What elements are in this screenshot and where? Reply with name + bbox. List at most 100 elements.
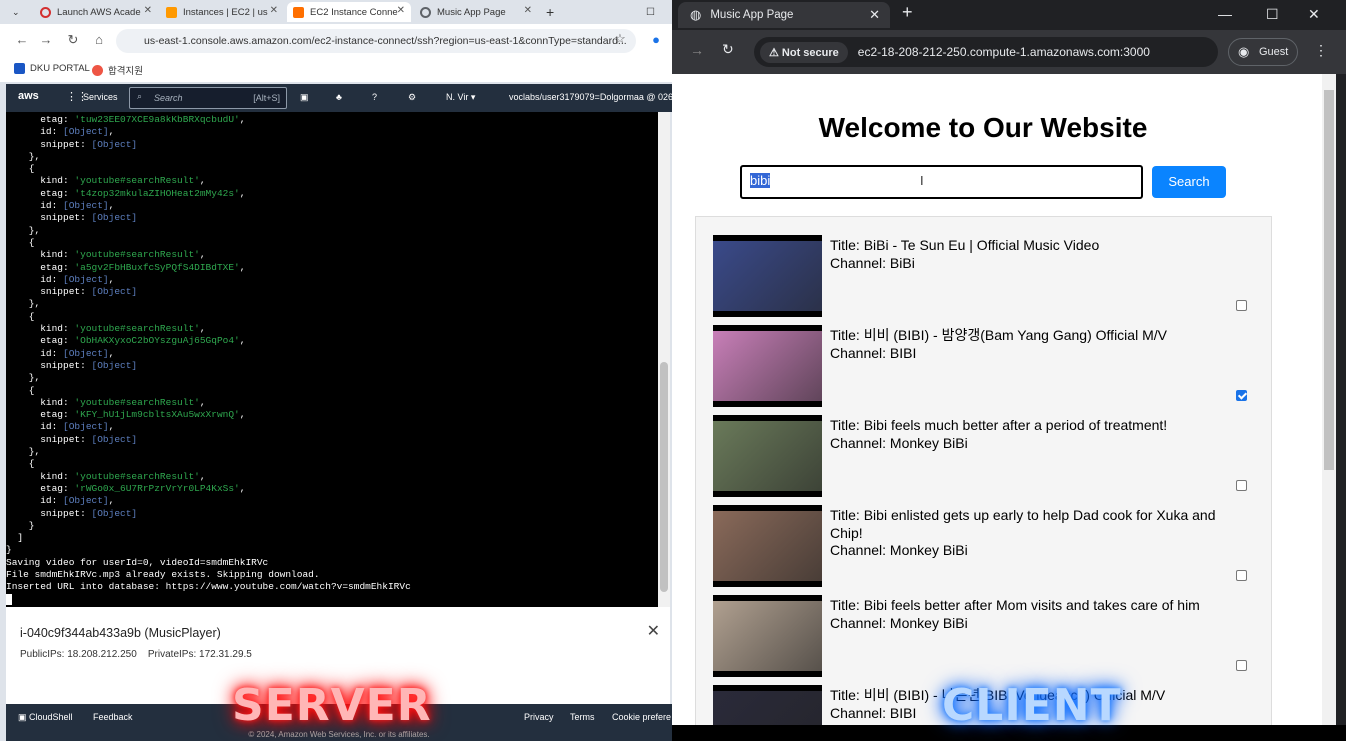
page-scrollbar[interactable]: [1322, 74, 1336, 725]
close-icon[interactable]: ✕: [144, 5, 152, 16]
tab-search-button[interactable]: ⌄: [6, 2, 26, 22]
video-thumbnail[interactable]: [713, 415, 822, 497]
feedback-link[interactable]: Feedback: [93, 712, 133, 722]
left-address-bar-row: ← → ↻ ⌂ us-east-1.console.aws.amazon.com…: [0, 24, 672, 58]
close-window-icon[interactable]: ✕: [1308, 6, 1320, 23]
video-channel: Channel: BIBI: [830, 344, 917, 361]
not-secure-badge[interactable]: ⚠ Not secure: [760, 41, 848, 63]
tab-music-app[interactable]: Music App Page ✕: [414, 2, 538, 22]
video-thumbnail[interactable]: [713, 235, 822, 317]
services-menu[interactable]: Services: [83, 92, 118, 102]
aws-logo[interactable]: aws: [18, 90, 39, 102]
bookmark-dku-portal[interactable]: DKU PORTAL: [14, 63, 90, 74]
account-menu[interactable]: voclabs/user3179079=Dolgormaa @ 026: [509, 92, 672, 102]
globe-icon: ◍: [690, 7, 702, 22]
bookmark-icon: [92, 64, 103, 76]
cookie-link[interactable]: Cookie prefere: [612, 712, 671, 722]
minimize-icon[interactable]: —: [1218, 6, 1232, 22]
cloudshell-link[interactable]: ▣ CloudShell: [18, 712, 73, 723]
guest-profile-button[interactable]: ◉ Guest: [1228, 38, 1298, 66]
bookmarks-bar: DKU PORTAL 합격지원: [0, 58, 672, 82]
aws-academy-favicon: [40, 6, 51, 18]
search-button[interactable]: Search: [1152, 166, 1226, 198]
results-list: Title: BiBi - Te Sun Eu | Official Music…: [695, 216, 1272, 725]
tab-launch-aws[interactable]: Launch AWS Acade ✕: [34, 2, 158, 22]
home-icon[interactable]: ⌂: [91, 32, 107, 47]
video-thumbnail[interactable]: [713, 685, 822, 725]
gear-icon[interactable]: ⚙: [408, 92, 416, 103]
help-icon[interactable]: ?: [372, 92, 377, 102]
aws-console-nav: aws ⋮⋮ Services ⌕ Search [Alt+S] ▣ ♣ ? ⚙ N…: [6, 84, 672, 112]
text-cursor-icon: I: [920, 173, 924, 188]
list-item: Title: Bibi feels much better after a pe…: [713, 415, 1258, 497]
video-thumbnail[interactable]: [713, 595, 822, 677]
search-icon: ⌕: [137, 91, 143, 101]
video-meta: Title: Bibi enlisted gets up early to he…: [830, 507, 1240, 560]
select-checkbox[interactable]: [1236, 480, 1247, 491]
right-address-bar-row: → ↻ ⚠ Not secure ec2-18-208-212-250.compu…: [672, 30, 1346, 74]
ssh-terminal[interactable]: etag: 'tuw23EE07XCE9a8kKbBRXqcbudU', id:…: [6, 112, 658, 607]
ec2-favicon: [166, 6, 177, 18]
video-channel: Channel: Monkey BiBi: [830, 614, 968, 631]
back-icon[interactable]: ←: [14, 32, 30, 47]
video-meta: Title: Bibi feels much better after a pe…: [830, 417, 1240, 452]
maximize-icon[interactable]: ☐: [1266, 6, 1279, 23]
video-thumbnail[interactable]: [713, 505, 822, 587]
page-title: Welcome to Our Website: [818, 112, 1148, 143]
url-bar[interactable]: ⚠ Not secure ec2-18-208-212-250.compute-1…: [754, 37, 1218, 67]
reload-icon[interactable]: ↻: [722, 41, 734, 58]
video-channel: Channel: Monkey BiBi: [830, 542, 968, 558]
left-tab-strip: ⌄ Launch AWS Acade ✕ Instances | EC2 | us…: [0, 0, 672, 24]
scroll-thumb[interactable]: [1324, 90, 1334, 470]
close-icon[interactable]: ✕: [524, 5, 532, 16]
reload-icon[interactable]: ↻: [65, 32, 81, 48]
close-icon[interactable]: ✕: [270, 5, 278, 16]
tab-music-app-page[interactable]: ◍ Music App Page ✕: [678, 2, 890, 28]
privacy-link[interactable]: Privacy: [524, 712, 554, 722]
forward-icon[interactable]: →: [38, 32, 54, 47]
list-item: Title: Bibi feels better after Mom visit…: [713, 595, 1258, 677]
bookmark-korean[interactable]: 합격지원: [92, 63, 143, 77]
profile-icon[interactable]: ●: [648, 32, 664, 47]
video-meta: Title: 비비 (BIBI) - 밤양갱(Bam Yang Gang) Of…: [830, 327, 1240, 362]
scroll-thumb[interactable]: [660, 362, 668, 592]
cloudshell-icon[interactable]: ▣: [300, 92, 309, 103]
search-input[interactable]: bibi I: [740, 165, 1143, 199]
terms-link[interactable]: Terms: [570, 712, 595, 722]
list-item: Title: 비비 (BIBI) - 밤양갱(Bam Yang Gang) Of…: [713, 325, 1258, 407]
terminal-scrollbar[interactable]: [658, 112, 670, 607]
instance-title: i-040c9f344ab433a9b (MusicPlayer): [20, 626, 221, 640]
select-checkbox[interactable]: [1236, 570, 1247, 581]
client-label: CLIENT: [942, 680, 1122, 731]
client-browser-window: ◍ Music App Page ✕ + — ☐ ✕ → ↻ ⚠ Not secur…: [672, 0, 1346, 741]
video-title: Title: 비비 (BIBI) - 밤양갱(Bam Yang Gang) Of…: [830, 327, 1167, 343]
select-checkbox[interactable]: [1236, 660, 1247, 671]
select-checkbox[interactable]: [1236, 300, 1247, 311]
tab-instances[interactable]: Instances | EC2 | us ✕: [160, 2, 284, 22]
close-icon[interactable]: ✕: [397, 5, 405, 16]
video-title: Title: Bibi feels better after Mom visit…: [830, 597, 1200, 613]
video-title: Title: Bibi feels much better after a pe…: [830, 417, 1168, 433]
aws-search-input[interactable]: ⌕ Search [Alt+S]: [129, 87, 287, 109]
video-meta: Title: Bibi feels better after Mom visit…: [830, 597, 1240, 632]
video-title: Title: BiBi - Te Sun Eu | Official Music…: [830, 237, 1100, 253]
select-checkbox[interactable]: [1236, 390, 1247, 401]
list-item: Title: BiBi - Te Sun Eu | Official Music…: [713, 235, 1258, 317]
list-item: Title: Bibi enlisted gets up early to he…: [713, 505, 1258, 587]
new-tab-button[interactable]: +: [902, 2, 913, 23]
video-meta: Title: BiBi - Te Sun Eu | Official Music…: [830, 237, 1240, 272]
url-bar[interactable]: us-east-1.console.aws.amazon.com/ec2-ins…: [116, 29, 636, 53]
video-thumbnail[interactable]: [713, 325, 822, 407]
tab-ec2-connect[interactable]: EC2 Instance Conne ✕: [287, 2, 411, 22]
window-restore-icon[interactable]: ☐: [640, 2, 660, 22]
bell-icon[interactable]: ♣: [336, 92, 342, 102]
instance-ips: PublicIPs: 18.208.212.250 PrivateIPs: 17…: [20, 649, 252, 660]
forward-icon[interactable]: →: [690, 42, 704, 58]
star-icon[interactable]: ☆: [612, 31, 628, 47]
close-icon[interactable]: ✕: [647, 621, 660, 641]
new-tab-button[interactable]: +: [540, 2, 560, 22]
close-icon[interactable]: ✕: [869, 7, 880, 23]
video-title: Title: Bibi enlisted gets up early to he…: [830, 507, 1216, 541]
kebab-menu-icon[interactable]: ⋮: [1314, 42, 1328, 59]
region-selector[interactable]: N. Vir ▾: [446, 92, 475, 103]
